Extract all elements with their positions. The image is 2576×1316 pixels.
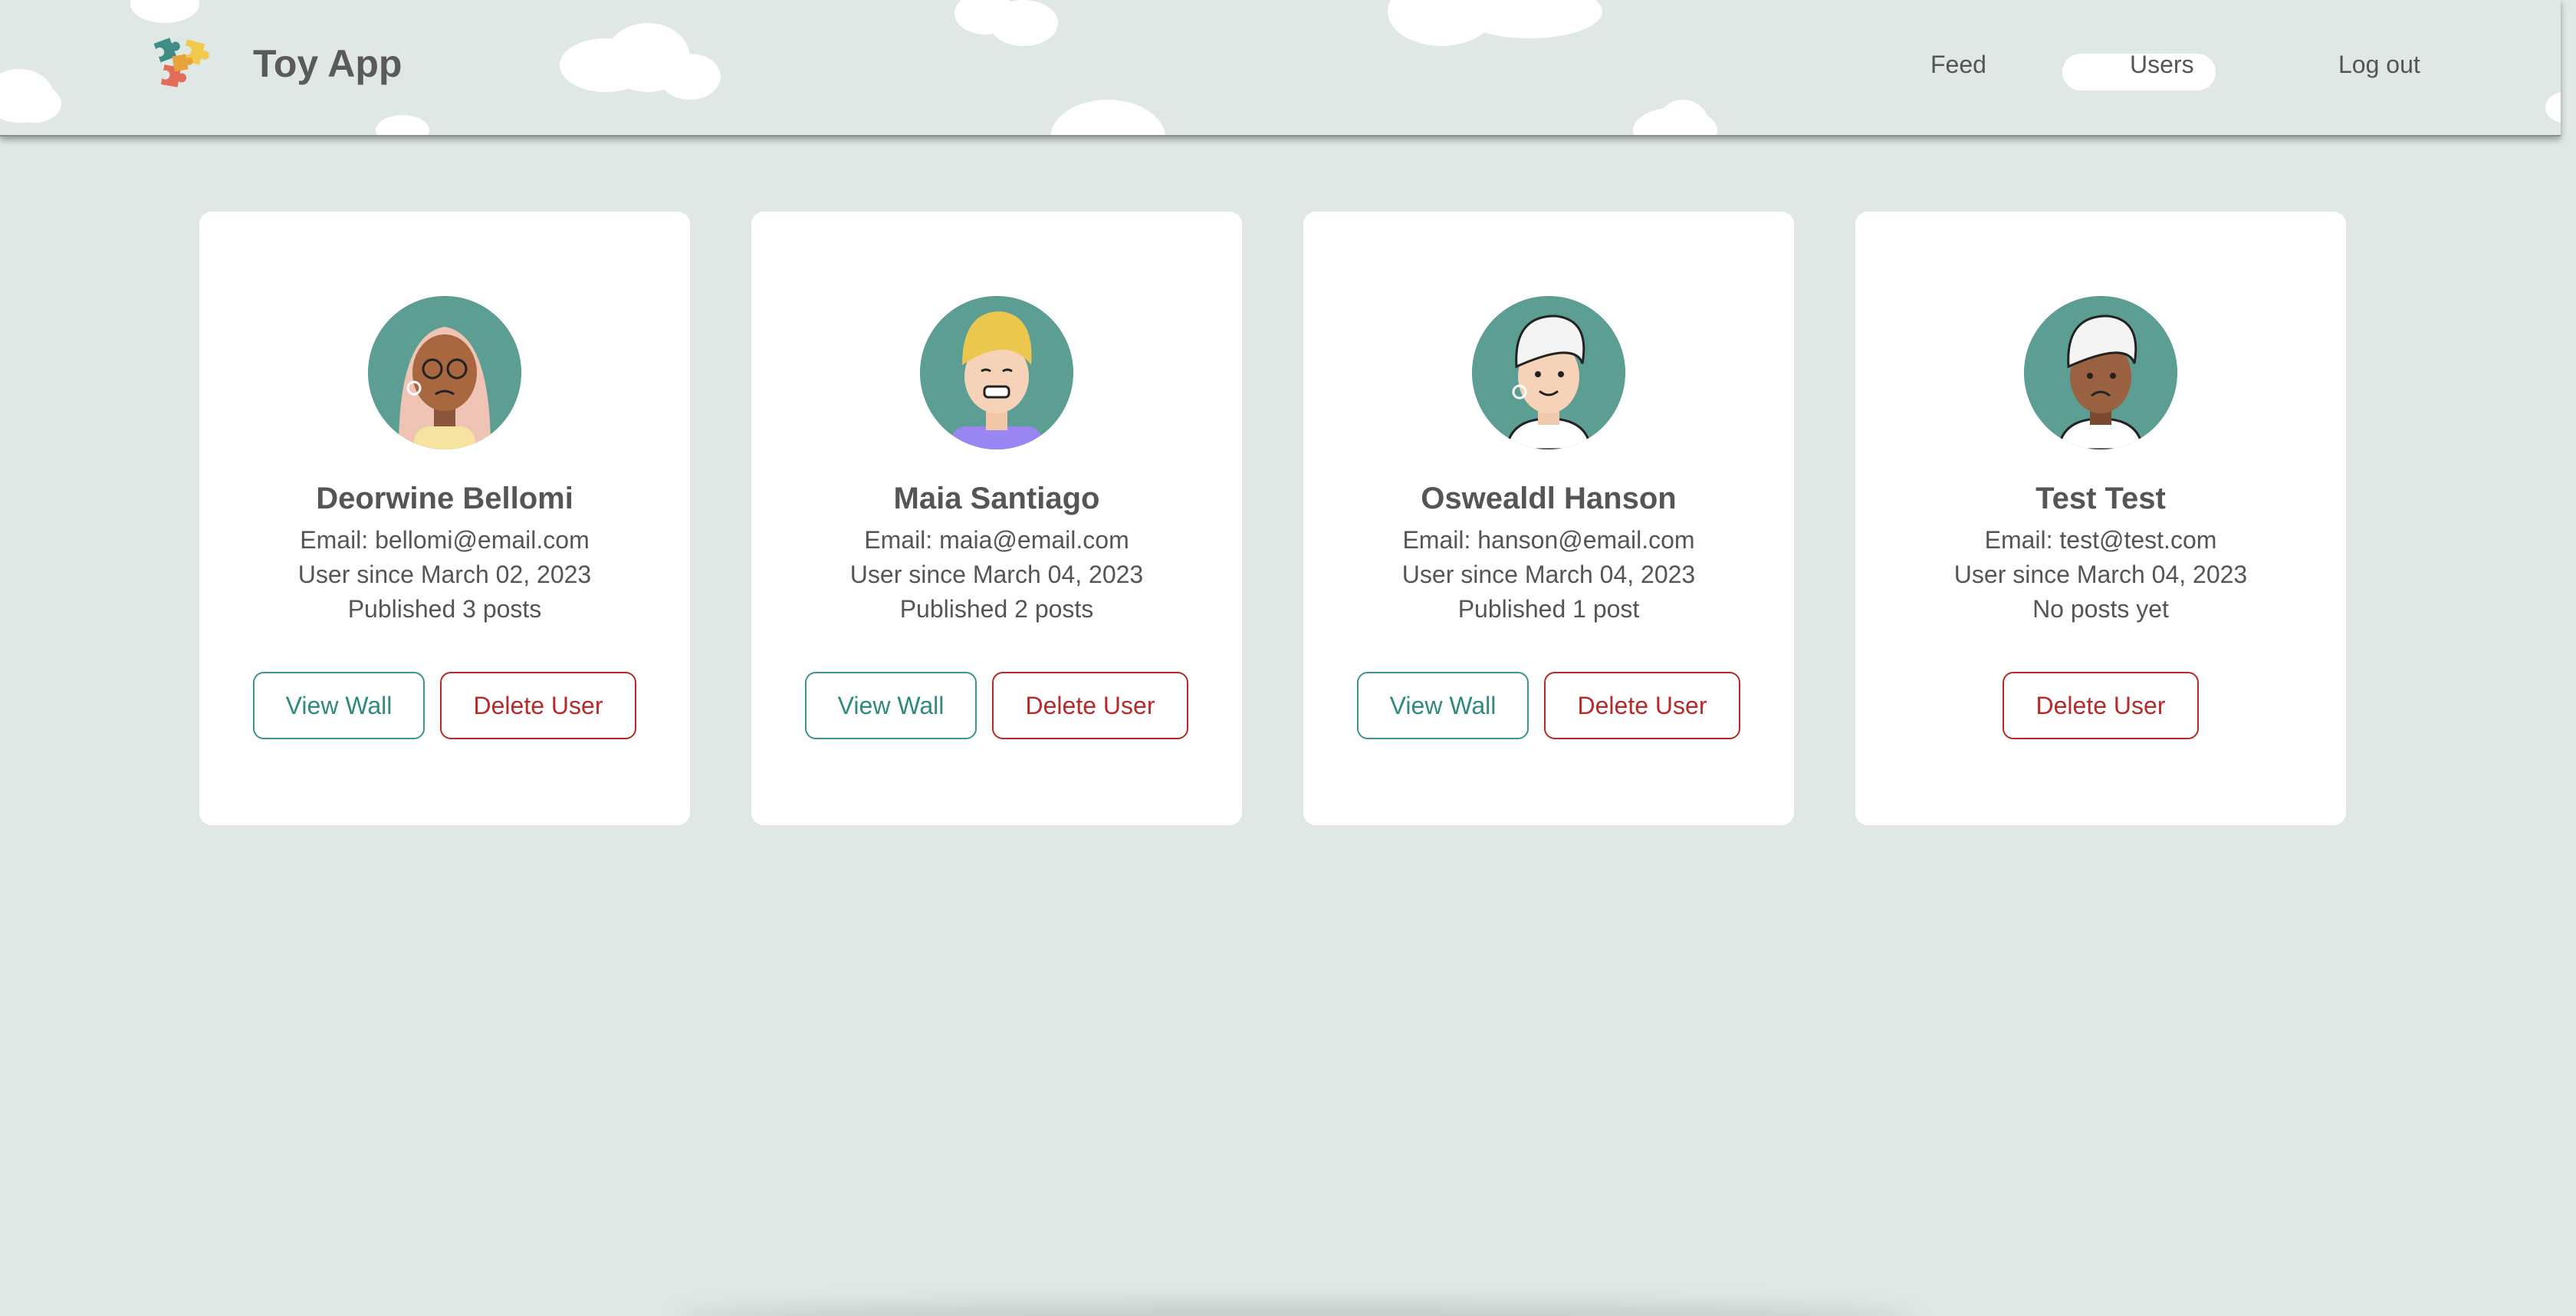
cloud-decoration — [1656, 100, 1710, 135]
view-wall-button[interactable]: View Wall — [1357, 672, 1529, 739]
nav-link-feed[interactable]: Feed — [1930, 51, 1986, 79]
user-email: Email: hanson@email.com — [1402, 526, 1695, 554]
avatar-white-hair-sad-icon — [2024, 296, 2177, 449]
delete-user-button[interactable]: Delete User — [1544, 672, 1740, 739]
user-card: Deorwine Bellomi Email: bellomi@email.co… — [199, 212, 690, 825]
user-posts-count: Published 3 posts — [347, 595, 542, 623]
cloud-decoration — [376, 115, 429, 135]
cloud-decoration — [1050, 100, 1165, 135]
user-posts-count: Published 1 post — [1457, 595, 1640, 623]
view-wall-button[interactable]: View Wall — [805, 672, 977, 739]
cloud-decoration — [989, 0, 1058, 46]
user-card: Oswealdl Hanson Email: hanson@email.com … — [1303, 212, 1794, 825]
user-email: Email: test@test.com — [1984, 526, 2217, 554]
user-card: Maia Santiago Email: maia@email.com User… — [751, 212, 1242, 825]
avatar-white-hair-smile-icon — [1472, 296, 1625, 449]
cloud-decoration — [130, 0, 199, 23]
user-name: Oswealdl Hanson — [1421, 482, 1677, 515]
header-bar: Toy App Feed Users Log out — [0, 0, 2561, 137]
user-name: Deorwine Bellomi — [316, 482, 573, 515]
user-since: User since March 04, 2023 — [1401, 561, 1696, 588]
delete-user-button[interactable]: Delete User — [992, 672, 1188, 739]
cloud-decoration — [8, 84, 61, 123]
cloud-decoration — [2545, 92, 2561, 123]
view-wall-button[interactable]: View Wall — [253, 672, 425, 739]
user-since: User since March 04, 2023 — [849, 561, 1144, 588]
app-brand-title[interactable]: Toy App — [253, 41, 402, 86]
user-card: Test Test Email: test@test.com User sinc… — [1855, 212, 2346, 825]
user-name: Maia Santiago — [893, 482, 1100, 515]
avatar-blonde-grimace-icon — [920, 296, 1073, 449]
user-since: User since March 02, 2023 — [297, 561, 592, 588]
nav-link-users[interactable]: Users — [2130, 51, 2194, 79]
cloud-decoration — [659, 54, 721, 100]
user-posts-count: Published 2 posts — [899, 595, 1094, 623]
user-email: Email: maia@email.com — [864, 526, 1129, 554]
delete-user-button[interactable]: Delete User — [440, 672, 636, 739]
page: Toy App Feed Users Log out Deorwine Bell… — [0, 0, 2576, 1316]
user-name: Test Test — [2036, 482, 2166, 515]
nav-link-logout[interactable]: Log out — [2338, 51, 2420, 79]
puzzle-logo-icon — [150, 32, 224, 97]
delete-user-button[interactable]: Delete User — [2003, 672, 2199, 739]
user-posts-count: No posts yet — [2032, 595, 2169, 623]
user-email: Email: bellomi@email.com — [300, 526, 590, 554]
footer-shadow — [675, 1304, 1917, 1316]
user-since: User since March 04, 2023 — [1953, 561, 2248, 588]
avatar-woman-glasses-icon — [368, 296, 521, 449]
